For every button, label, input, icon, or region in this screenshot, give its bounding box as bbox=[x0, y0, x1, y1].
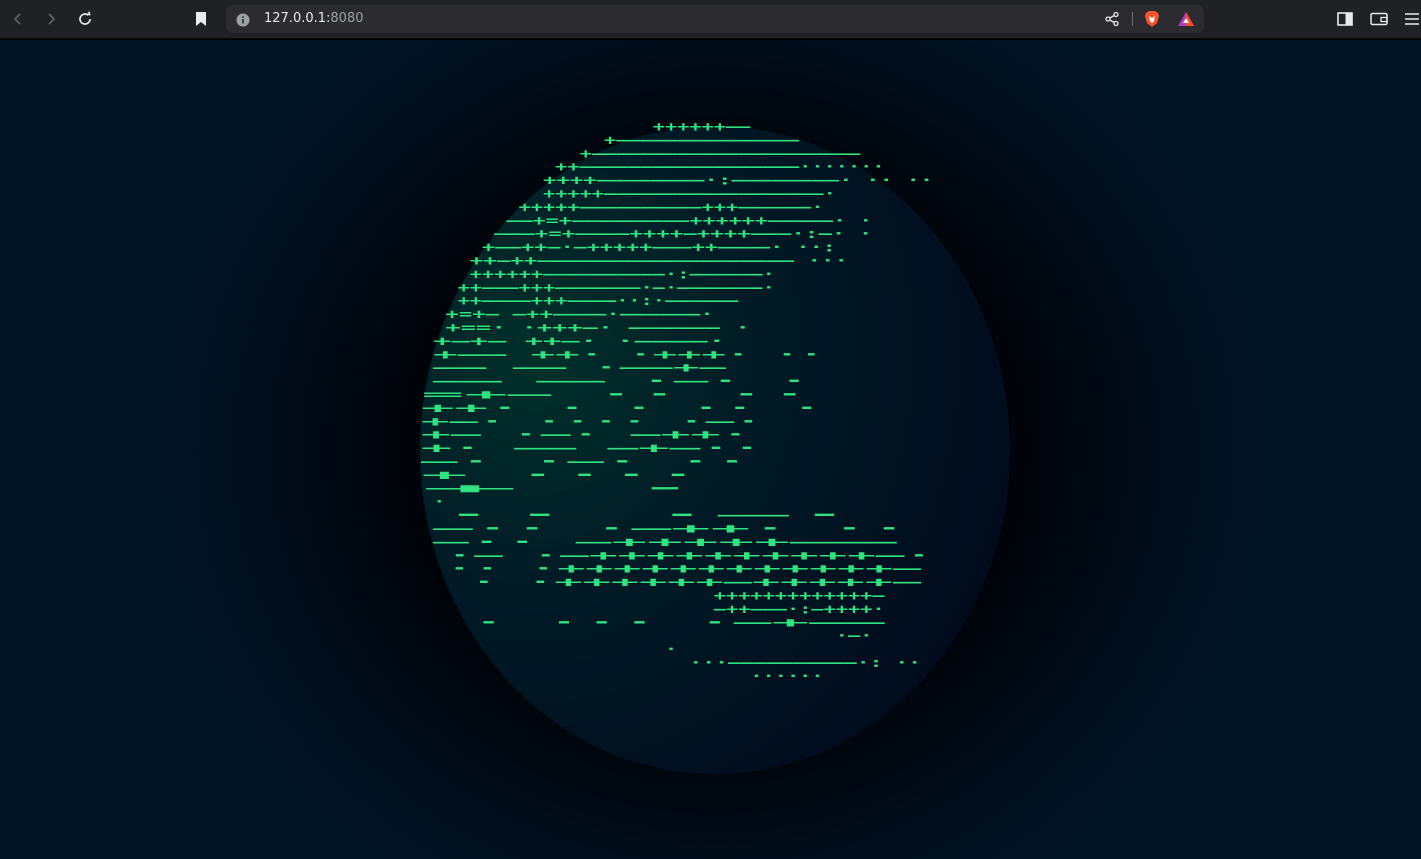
globe-glyph-row: + · bbox=[421, 482, 714, 497]
globe-glyph-row: · bbox=[665, 643, 677, 658]
back-button[interactable] bbox=[5, 6, 31, 32]
browser-toolbar: 127.0.0.1:8080 bbox=[0, 0, 1421, 39]
address-bar[interactable]: 127.0.0.1:8080 bbox=[226, 5, 1204, 33]
share-icon[interactable] bbox=[1103, 10, 1121, 28]
brave-rewards-triangle-icon[interactable] bbox=[1177, 10, 1195, 28]
bookmark-icon bbox=[194, 11, 208, 27]
globe-glyph-row: · ··· ·—+—— bbox=[470, 616, 886, 631]
bookmark-button[interactable] bbox=[188, 6, 214, 32]
brave-lion-icon[interactable] bbox=[1143, 10, 1161, 28]
info-icon[interactable] bbox=[236, 12, 250, 27]
reload-button[interactable] bbox=[72, 6, 98, 32]
hamburger-menu-icon[interactable] bbox=[1402, 9, 1421, 29]
wallet-icon[interactable] bbox=[1369, 9, 1389, 29]
url-text[interactable]: 127.0.0.1:8080 bbox=[264, 5, 364, 33]
address-bar-separator bbox=[1132, 12, 1133, 26]
url-port: 8080 bbox=[330, 11, 364, 26]
url-host: 127.0.0.1: bbox=[264, 11, 331, 26]
back-arrow-icon bbox=[11, 12, 25, 26]
reload-icon bbox=[77, 11, 93, 27]
page-viewport: ++++++—— +——————————————— +———————————————… bbox=[0, 40, 1421, 859]
forward-button[interactable] bbox=[38, 6, 64, 32]
globe-glyph-row: ·—· bbox=[836, 629, 873, 644]
forward-arrow-icon bbox=[44, 12, 58, 26]
globe-glyph-row: ······ bbox=[750, 669, 823, 684]
ascii-globe-canvas: ++++++——+———————————————+———————————————… bbox=[420, 120, 1010, 774]
sidebar-icon[interactable] bbox=[1335, 9, 1355, 29]
